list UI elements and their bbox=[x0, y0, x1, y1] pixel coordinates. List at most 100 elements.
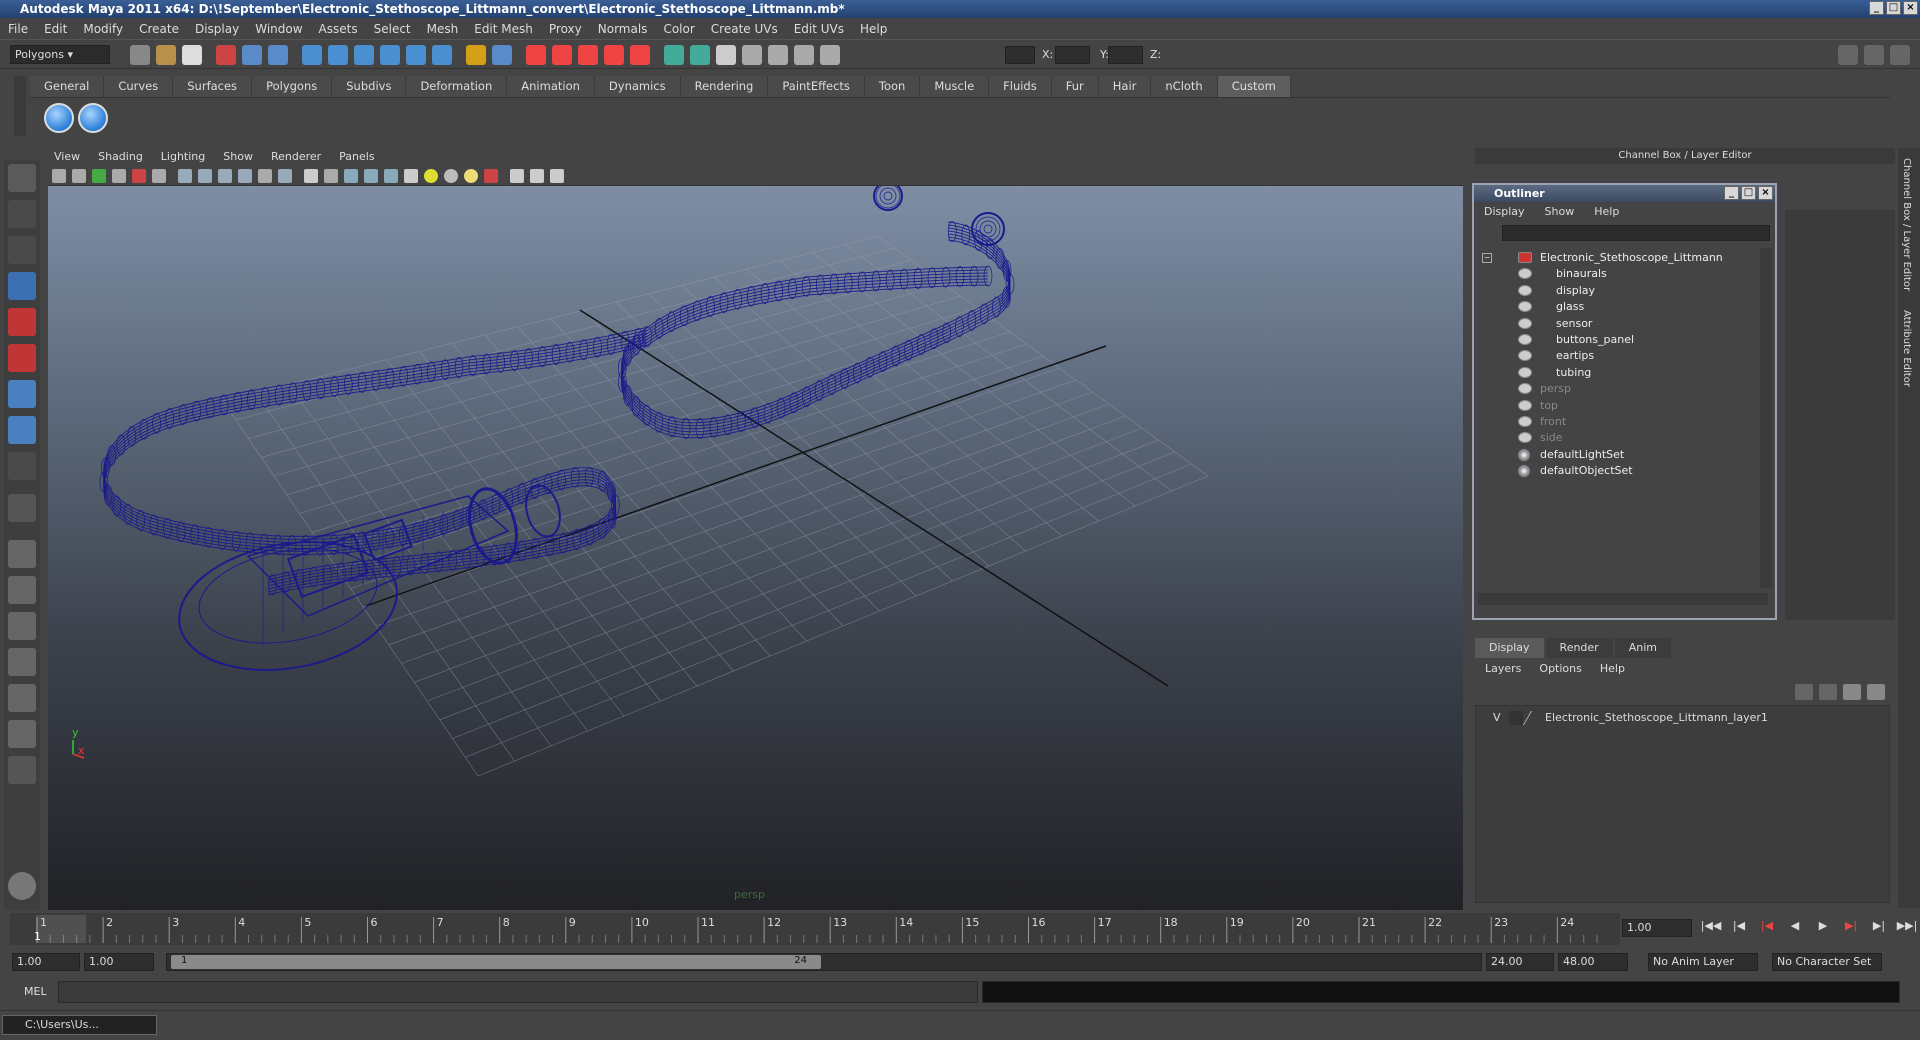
current-time-indicator[interactable] bbox=[36, 915, 86, 943]
wireframe-icon[interactable] bbox=[304, 169, 318, 183]
default-material-icon[interactable] bbox=[344, 169, 358, 183]
snap-surface-icon[interactable] bbox=[406, 45, 426, 65]
new-layer-from-selected-icon[interactable] bbox=[1867, 684, 1885, 700]
outliner-vertical-scrollbar[interactable] bbox=[1760, 248, 1772, 588]
layer-tab-anim[interactable]: Anim bbox=[1614, 638, 1671, 658]
layer-tab-display[interactable]: Display bbox=[1475, 638, 1544, 658]
minimized-terminal-window[interactable]: C:\Users\Us... bbox=[2, 1015, 157, 1035]
shelf-tab-toon[interactable]: Toon bbox=[864, 76, 921, 97]
menu-set-selector[interactable]: Polygons ▾ bbox=[10, 45, 110, 64]
close-button[interactable]: × bbox=[1903, 1, 1918, 15]
step-back-frame-icon[interactable]: |◀ bbox=[1756, 919, 1778, 937]
shelf-tab-surfaces[interactable]: Surfaces bbox=[173, 76, 253, 97]
range-slider[interactable]: 1 24 bbox=[166, 953, 1482, 971]
animation-start-field[interactable]: 1.00 bbox=[12, 953, 80, 971]
persp-icon[interactable] bbox=[510, 169, 524, 183]
two-d-pan-icon[interactable] bbox=[132, 169, 146, 183]
menu-color[interactable]: Color bbox=[663, 22, 694, 36]
move-layer-down-icon[interactable] bbox=[1819, 684, 1837, 700]
viewport-menu-panels[interactable]: Panels bbox=[339, 148, 374, 166]
menu-edit[interactable]: Edit bbox=[44, 22, 67, 36]
field-chart-icon[interactable] bbox=[238, 169, 252, 183]
shelf-tab-dynamics[interactable]: Dynamics bbox=[594, 76, 681, 97]
lasso-tool-icon[interactable] bbox=[8, 200, 36, 228]
layer-type-toggle[interactable] bbox=[1509, 711, 1523, 725]
select-component-icon[interactable] bbox=[268, 45, 288, 65]
help-line-icon[interactable] bbox=[8, 872, 36, 900]
film-gate-icon[interactable] bbox=[178, 169, 192, 183]
shelf-tab-hair[interactable]: Hair bbox=[1098, 76, 1152, 97]
command-input[interactable] bbox=[58, 981, 978, 1003]
play-backwards-icon[interactable]: ◀ bbox=[1784, 919, 1806, 937]
bookmark-icon[interactable] bbox=[92, 169, 106, 183]
step-forward-key-icon[interactable]: ▶| bbox=[1868, 919, 1890, 937]
viewport-menu-show[interactable]: Show bbox=[223, 148, 253, 166]
smooth-shade-icon[interactable] bbox=[324, 169, 338, 183]
menu-select[interactable]: Select bbox=[374, 22, 411, 36]
camera-icon[interactable] bbox=[768, 45, 788, 65]
shaded-icon[interactable] bbox=[364, 169, 378, 183]
render-settings-icon[interactable] bbox=[690, 45, 710, 65]
use-lights-icon[interactable] bbox=[424, 169, 438, 183]
construction-icon[interactable] bbox=[552, 45, 572, 65]
select-tool-icon[interactable] bbox=[8, 164, 36, 192]
scale-tool-icon[interactable] bbox=[8, 344, 36, 372]
move-tool-icon[interactable] bbox=[8, 272, 36, 300]
rotate-tool-icon[interactable] bbox=[8, 308, 36, 336]
outliner-filter-input[interactable] bbox=[1502, 225, 1770, 241]
select-camera-icon[interactable] bbox=[52, 169, 66, 183]
gate-mask-icon[interactable] bbox=[218, 169, 232, 183]
shelf-tab-custom[interactable]: Custom bbox=[1217, 76, 1291, 97]
output-icon[interactable] bbox=[604, 45, 624, 65]
outliner-menu-show[interactable]: Show bbox=[1545, 202, 1575, 222]
minimize-button[interactable]: _ bbox=[1869, 1, 1884, 15]
current-time-field[interactable]: 1.00 bbox=[1622, 919, 1692, 937]
shelf-tab-curves[interactable]: Curves bbox=[104, 76, 174, 97]
light-icon[interactable] bbox=[794, 45, 814, 65]
animation-end-field[interactable]: 48.00 bbox=[1558, 953, 1628, 971]
shelf-tab-general[interactable]: General bbox=[30, 76, 105, 97]
layer-tab-render[interactable]: Render bbox=[1545, 638, 1613, 658]
ipr-icon[interactable] bbox=[664, 45, 684, 65]
shelf-tab-rendering[interactable]: Rendering bbox=[680, 76, 769, 97]
snap-curve-icon[interactable] bbox=[328, 45, 348, 65]
layer-menu-options[interactable]: Options bbox=[1539, 658, 1581, 680]
viewport-menu-shading[interactable]: Shading bbox=[98, 148, 143, 166]
outliner-item[interactable]: defaultObjectSet bbox=[1478, 461, 1756, 481]
transform-icon[interactable] bbox=[820, 45, 840, 65]
lock-icon[interactable] bbox=[492, 45, 512, 65]
z-field[interactable] bbox=[1108, 46, 1143, 64]
shelf-tab-muscle[interactable]: Muscle bbox=[920, 76, 990, 97]
shelf-tab-polygons[interactable]: Polygons bbox=[252, 76, 333, 97]
four-view-layout-icon[interactable] bbox=[8, 576, 36, 604]
layer-menu-help[interactable]: Help bbox=[1600, 658, 1625, 680]
shelf-tab-fur[interactable]: Fur bbox=[1051, 76, 1099, 97]
manipulator-tool-icon[interactable] bbox=[8, 380, 36, 408]
ortho-icon[interactable] bbox=[530, 169, 544, 183]
outliner-horizontal-scrollbar[interactable] bbox=[1478, 593, 1768, 605]
step-forward-frame-icon[interactable]: ▶| bbox=[1840, 919, 1862, 937]
playback-start-field[interactable]: 1.00 bbox=[84, 953, 154, 971]
menu-assets[interactable]: Assets bbox=[319, 22, 358, 36]
command-language-label[interactable]: MEL bbox=[24, 985, 47, 998]
paint-tool-icon[interactable] bbox=[8, 236, 36, 264]
help-icon[interactable] bbox=[466, 45, 486, 65]
isolate-icon[interactable] bbox=[484, 169, 498, 183]
character-set-dropdown[interactable]: No Character Set bbox=[1772, 953, 1882, 971]
range-slider-handle[interactable]: 1 24 bbox=[171, 955, 821, 969]
new-scene-icon[interactable] bbox=[130, 45, 150, 65]
outliner-layout-icon[interactable] bbox=[8, 612, 36, 640]
hypershade-layout-icon[interactable] bbox=[8, 684, 36, 712]
grid-icon[interactable] bbox=[152, 169, 166, 183]
outliner-close-button[interactable]: × bbox=[1758, 186, 1773, 200]
layer-color-swatch[interactable] bbox=[1522, 711, 1544, 725]
render-view-icon[interactable] bbox=[742, 45, 762, 65]
outline-icon[interactable] bbox=[550, 169, 564, 183]
shelf-tab-subdivs[interactable]: Subdivs bbox=[332, 76, 407, 97]
textured-icon[interactable] bbox=[384, 169, 398, 183]
resolution-gate-icon[interactable] bbox=[198, 169, 212, 183]
shelf-tab-painteffects[interactable]: PaintEffects bbox=[768, 76, 865, 97]
history-icon[interactable] bbox=[526, 45, 546, 65]
snap-point-icon[interactable] bbox=[354, 45, 374, 65]
select-hierarchy-icon[interactable] bbox=[216, 45, 236, 65]
